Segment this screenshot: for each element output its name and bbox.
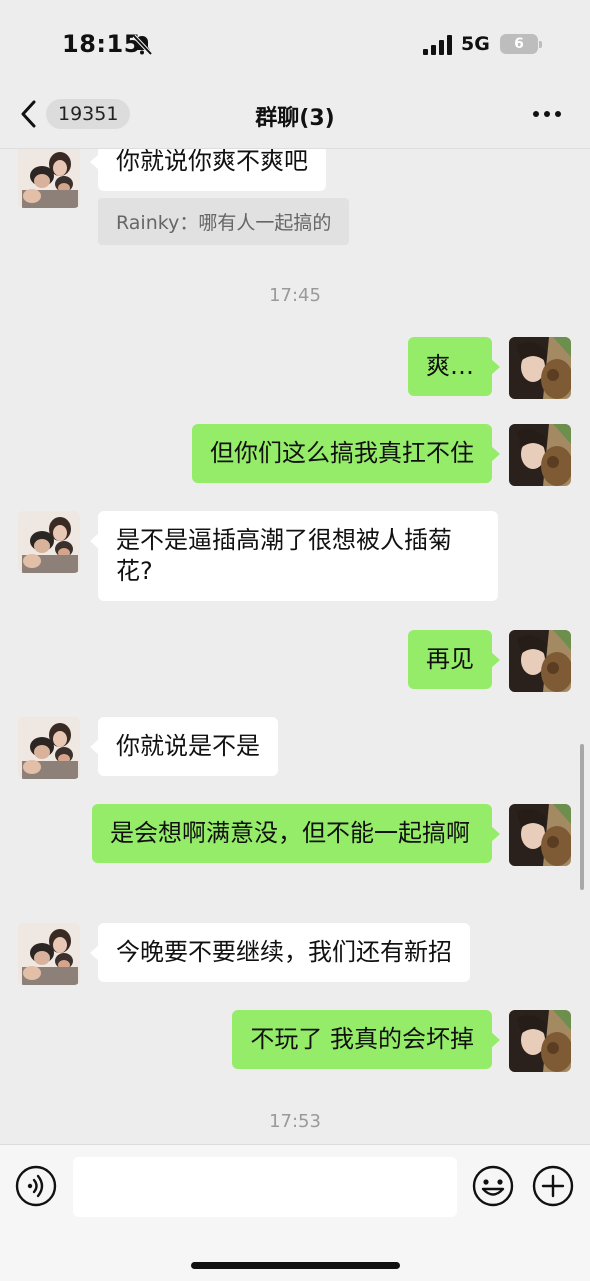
emoji-icon[interactable]	[472, 1165, 514, 1207]
network-type: 5G	[461, 33, 490, 55]
message-bubble[interactable]: 爽…	[408, 337, 500, 396]
battery-icon: 6	[500, 34, 542, 54]
message-bubble[interactable]: 但你们这么搞我真扛不住	[192, 424, 500, 483]
avatar[interactable]	[509, 1010, 571, 1072]
quoted-message[interactable]: Rainky：哪有人一起搞的	[98, 198, 350, 245]
timestamp: 17:53	[269, 1111, 321, 1132]
message-bubble[interactable]: 不玩了 我真的会坏掉	[232, 1010, 500, 1069]
avatar[interactable]	[18, 717, 80, 779]
avatar[interactable]	[509, 424, 571, 486]
more-dots-icon[interactable]	[532, 102, 562, 126]
avatar[interactable]	[509, 630, 571, 692]
status-time: 18:15	[62, 30, 141, 58]
timestamp: 17:45	[269, 285, 321, 306]
message-bubble[interactable]: 你就说你爽不爽吧	[90, 148, 326, 191]
status-bar: 18:15 5G 6	[0, 0, 590, 90]
input-bar	[0, 1144, 590, 1281]
battery-level: 6	[514, 36, 524, 52]
avatar[interactable]	[509, 804, 571, 866]
avatar[interactable]	[18, 923, 80, 985]
message-bubble[interactable]: 是会想啊满意没，但不能一起搞啊	[92, 804, 500, 863]
avatar[interactable]	[18, 148, 80, 208]
message-bubble[interactable]: 你就说是不是	[90, 717, 278, 776]
avatar[interactable]	[509, 337, 571, 399]
plus-icon[interactable]	[532, 1165, 574, 1207]
signal-icon	[423, 35, 452, 55]
nav-bar: 19351 群聊(3)	[0, 90, 590, 149]
chat-title: 群聊(3)	[255, 106, 335, 131]
chat-message-list[interactable]: 你就说你爽不爽吧 Rainky：哪有人一起搞的 17:45 爽… 但你们这么搞我…	[0, 148, 590, 1144]
home-indicator	[191, 1262, 400, 1269]
message-input[interactable]	[73, 1157, 457, 1217]
message-bubble[interactable]: 再见	[408, 630, 500, 689]
scrollbar[interactable]	[580, 744, 584, 890]
message-bubble[interactable]: 是不是逼插高潮了很想被人插菊花?	[90, 511, 498, 601]
avatar[interactable]	[18, 511, 80, 573]
bell-slash-icon	[132, 34, 153, 56]
voice-icon[interactable]	[15, 1165, 57, 1207]
message-bubble[interactable]: 今晚要不要继续，我们还有新招	[90, 923, 470, 982]
